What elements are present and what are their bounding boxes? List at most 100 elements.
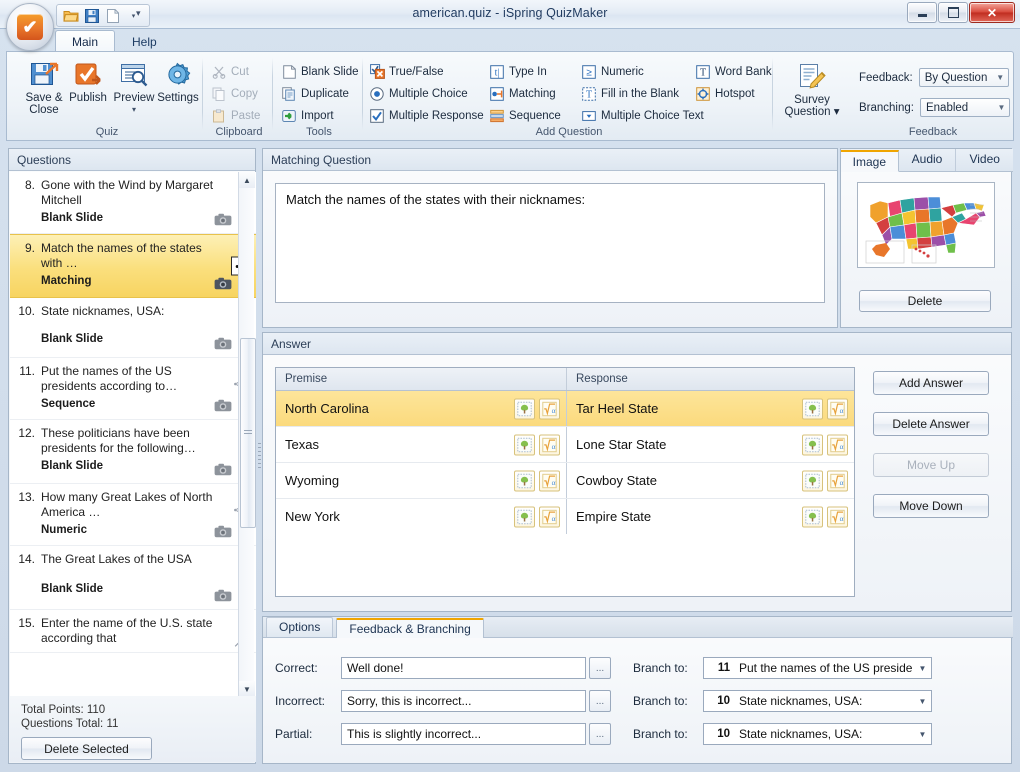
delete-answer-button[interactable]: Delete Answer [873,412,989,436]
camera-icon [214,399,232,412]
duplicate-button[interactable]: Duplicate [281,84,349,103]
response-cell[interactable]: Lone Star State α [567,427,854,462]
partial-feedback-more-button[interactable]: ... [589,723,611,745]
list-item[interactable]: 8. Gone with the Wind by Margaret Mitchel… [10,172,256,234]
delete-selected-button[interactable]: Delete Selected [21,737,152,760]
question-text-input[interactable]: Match the names of the states with their… [275,183,825,303]
tab-main[interactable]: Main [55,30,116,52]
response-cell[interactable]: Tar Heel State α [567,391,854,426]
application-menu-button[interactable]: ✔ [6,3,54,51]
list-item[interactable]: 11. Put the names of the US presidents ac… [10,358,256,420]
insert-equation-icon[interactable]: α [539,434,560,455]
correct-feedback-input[interactable]: Well done! [341,657,586,679]
save-icon[interactable] [82,7,101,24]
media-panel: Image Audio Video Delete [840,148,1013,328]
add-hotspot-button[interactable]: Hotspot [695,84,755,103]
insert-equation-icon[interactable]: α [827,470,848,491]
response-cell[interactable]: Cowboy State α [567,463,854,498]
add-numeric-button[interactable]: ≥ Numeric [581,62,644,81]
dropdown-box-icon [581,108,597,124]
response-cell[interactable]: Empire State α [567,499,854,534]
tab-feedback-branching[interactable]: Feedback & Branching [336,618,484,638]
new-document-icon[interactable] [103,7,122,24]
partial-feedback-input[interactable]: This is slightly incorrect... [341,723,586,745]
title-bar: american.quiz - iSpring QuizMaker ✕ [0,0,1020,29]
insert-equation-icon[interactable]: α [827,434,848,455]
insert-equation-icon[interactable]: α [539,398,560,419]
maximize-button[interactable] [938,2,968,23]
incorrect-feedback-more-button[interactable]: ... [589,690,611,712]
settings-button[interactable]: Settings [151,58,205,104]
premise-cell[interactable]: Wyoming α [276,463,567,498]
questions-panel-header: Questions [9,149,255,171]
survey-question-button[interactable]: Survey Question ▾ [777,60,847,118]
table-row[interactable]: New York α Empire State α [276,498,854,534]
import-button[interactable]: Import [281,106,334,125]
list-item[interactable]: 12. These politicians have been president… [10,420,256,484]
add-multiple-response-button[interactable]: Multiple Response [369,106,484,125]
add-answer-button[interactable]: Add Answer [873,371,989,395]
paste-button[interactable]: Paste [211,106,260,125]
open-icon[interactable] [61,7,80,24]
tab-image[interactable]: Image [841,150,899,172]
scrollbar-thumb[interactable] [240,338,256,528]
insert-image-icon[interactable] [514,470,535,491]
tab-options[interactable]: Options [266,617,334,637]
insert-equation-icon[interactable]: α [539,506,560,527]
list-item[interactable]: 13. How many Great Lakes of North America… [10,484,256,546]
feedback-select[interactable]: By Question ▼ [918,68,1009,87]
insert-image-icon[interactable] [802,398,823,419]
tab-video[interactable]: Video [956,149,1013,171]
insert-image-icon[interactable] [514,434,535,455]
insert-image-icon[interactable] [802,434,823,455]
scroll-up-icon[interactable]: ▲ [239,172,255,188]
insert-equation-icon[interactable]: α [539,470,560,491]
copy-button[interactable]: Copy [211,84,258,103]
questions-scrollbar[interactable]: ▲ ▼ [238,172,256,697]
insert-equation-icon[interactable]: α [827,506,848,527]
add-multiple-choice-text-button[interactable]: Multiple Choice Text [581,106,704,125]
list-item[interactable]: 14. The Great Lakes of the USA Blank Slid… [10,546,256,610]
branch-to-select-incorrect[interactable]: 10 State nicknames, USA: ▼ [703,690,932,712]
incorrect-feedback-input[interactable]: Sorry, this is incorrect... [341,690,586,712]
table-row[interactable]: Wyoming α Cowboy State α [276,462,854,498]
list-item[interactable]: 15. Enter the name of the U.S. state acco… [10,610,256,653]
scroll-down-icon[interactable]: ▼ [239,681,255,697]
premise-cell[interactable]: Texas α [276,427,567,462]
insert-equation-icon[interactable]: α [827,398,848,419]
tab-help[interactable]: Help [115,30,174,52]
questions-list[interactable]: 8. Gone with the Wind by Margaret Mitchel… [10,172,256,697]
list-item[interactable]: 10. State nicknames, USA: Blank Slide [10,298,256,358]
insert-image-icon[interactable] [802,506,823,527]
blank-slide-button[interactable]: Blank Slide [281,62,359,81]
add-word-bank-button[interactable]: T Word Bank [695,62,772,81]
move-down-button[interactable]: Move Down [873,494,989,518]
close-button[interactable]: ✕ [969,2,1015,23]
cut-button[interactable]: Cut [211,62,249,81]
delete-image-button[interactable]: Delete [859,290,991,312]
minimize-button[interactable] [907,2,937,23]
add-matching-button[interactable]: Matching [489,84,556,103]
add-multiple-choice-button[interactable]: Multiple Choice [369,84,468,103]
insert-image-icon[interactable] [802,470,823,491]
premise-cell[interactable]: North Carolina α [276,391,567,426]
branch-to-select-correct[interactable]: 11 Put the names of the US preside ▼ [703,657,932,679]
insert-image-icon[interactable] [514,506,535,527]
add-type-in-button[interactable]: t| Type In [489,62,547,81]
table-row[interactable]: North Carolina α Tar Heel State α [276,391,854,426]
qat-customize-icon[interactable]: ▾ [136,8,141,19]
add-fill-in-the-blank-button[interactable]: T Fill in the Blank [581,84,679,103]
image-thumbnail[interactable] [857,182,995,268]
tab-audio[interactable]: Audio [899,149,957,171]
insert-image-icon[interactable] [514,398,535,419]
branch-to-select-partial[interactable]: 10 State nicknames, USA: ▼ [703,723,932,745]
table-row[interactable]: Texas α Lone Star State α [276,426,854,462]
premise-cell[interactable]: New York α [276,499,567,534]
list-item[interactable]: 9. Match the names of the states with … M… [10,234,256,298]
add-sequence-button[interactable]: Sequence [489,106,561,125]
correct-feedback-more-button[interactable]: ... [589,657,611,679]
question-editor-panel: Matching Question Match the names of the… [262,148,838,328]
add-true-false-button[interactable]: True/False [369,62,444,81]
branching-select[interactable]: Enabled ▼ [919,98,1010,117]
preview-dropdown-icon[interactable]: ▾ [132,104,136,116]
